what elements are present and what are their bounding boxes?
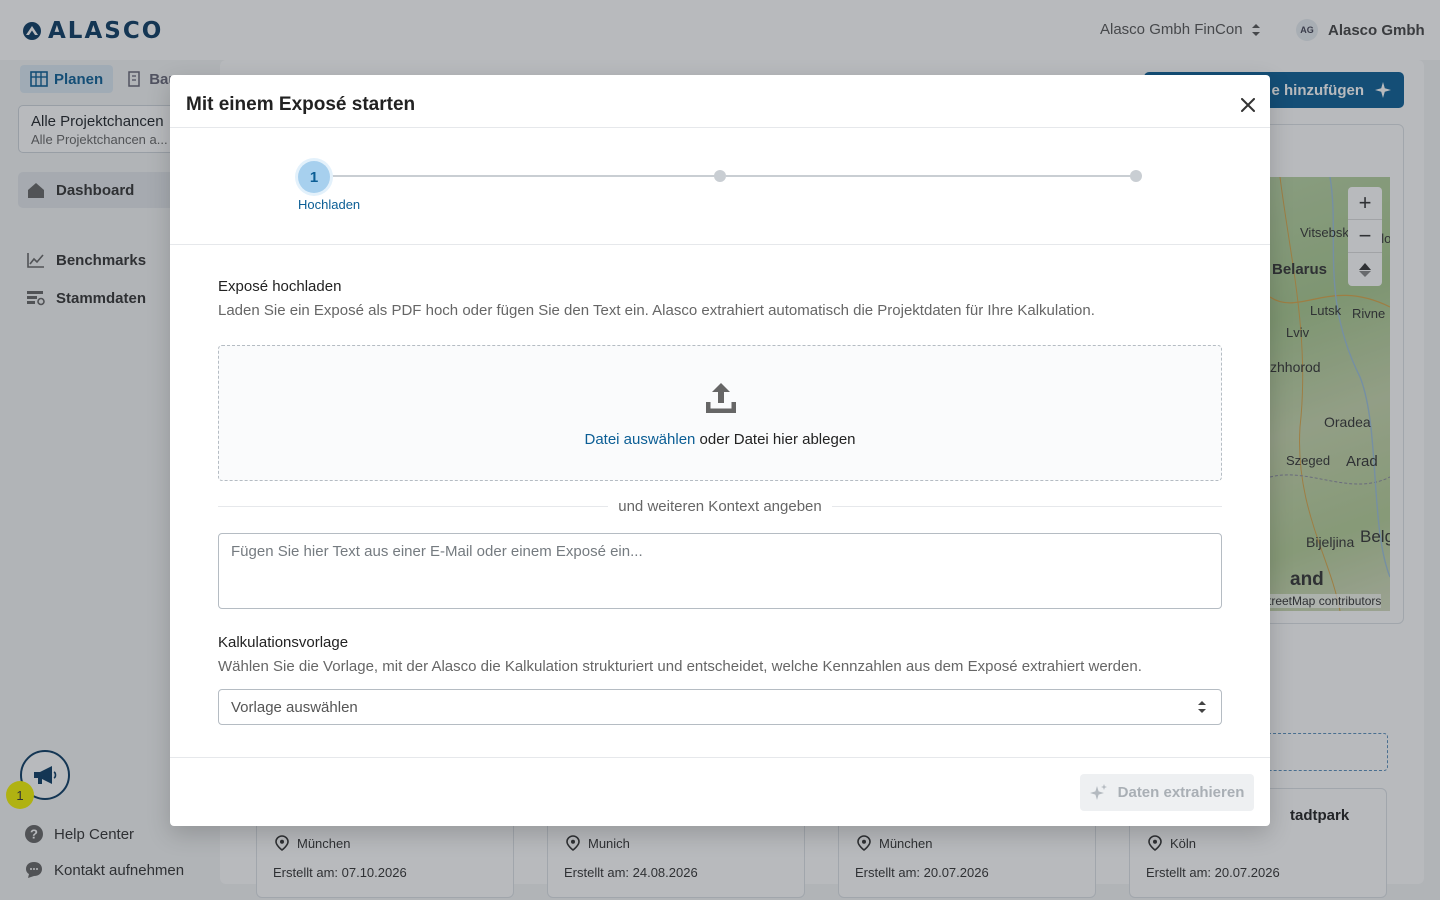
extract-data-button[interactable]: Daten extrahieren <box>1080 774 1254 811</box>
template-select-value: Vorlage auswählen <box>231 698 358 716</box>
step-3-indicator <box>1130 170 1142 182</box>
context-divider: und weiteren Kontext angeben <box>218 495 1222 519</box>
template-section-description: Wählen Sie die Vorlage, mit der Alasco d… <box>218 658 1142 675</box>
sort-arrows-icon <box>1198 701 1206 713</box>
upload-section-description: Laden Sie ein Exposé als PDF hoch oder f… <box>218 302 1095 319</box>
modal-footer: Daten extrahieren <box>170 757 1270 826</box>
upload-section-title: Exposé hochladen <box>218 278 342 295</box>
step-2-indicator <box>714 170 726 182</box>
stepper: 1 Hochladen <box>170 75 1270 245</box>
step-connector <box>726 175 1132 177</box>
expose-modal: Mit einem Exposé starten 1 Hochladen Exp… <box>170 75 1270 826</box>
drop-hint: oder Datei hier ablegen <box>695 431 856 448</box>
divider-text: und weiteren Kontext angeben <box>618 498 822 515</box>
step-1-label: Hochladen <box>298 197 361 212</box>
context-textarea[interactable] <box>218 533 1222 609</box>
upload-icon <box>706 383 736 413</box>
step-connector <box>330 175 720 177</box>
extract-data-label: Daten extrahieren <box>1117 784 1245 801</box>
choose-file-link[interactable]: Datei auswählen <box>584 431 695 448</box>
dropzone-text: Datei auswählen oder Datei hier ablegen <box>219 431 1221 448</box>
template-select[interactable]: Vorlage auswählen <box>218 689 1222 725</box>
template-section-title: Kalkulationsvorlage <box>218 634 349 651</box>
step-1-indicator: 1 <box>298 161 330 193</box>
file-dropzone[interactable]: Datei auswählen oder Datei hier ablegen <box>218 345 1222 481</box>
sparkle-icon <box>1089 783 1107 800</box>
